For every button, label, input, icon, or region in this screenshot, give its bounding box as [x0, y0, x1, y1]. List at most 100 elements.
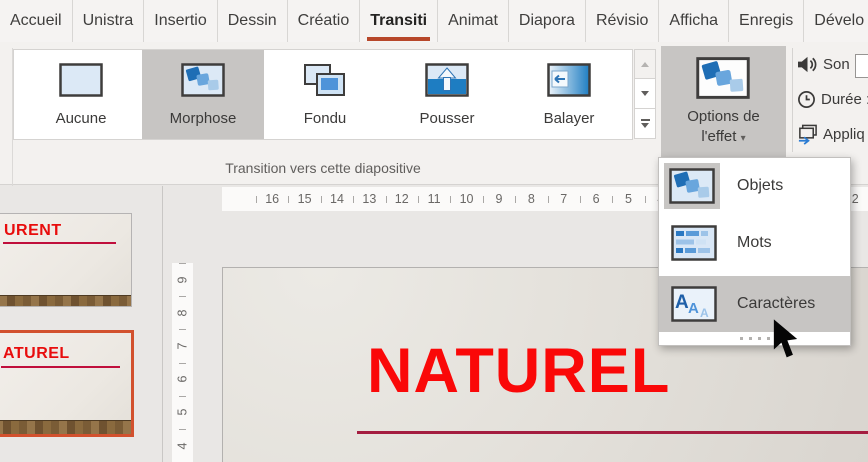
group-separator [792, 48, 793, 152]
ribbon-tab-animat[interactable]: Animat [438, 0, 509, 42]
morph-transition-icon [181, 63, 225, 97]
gallery-more-button[interactable] [634, 109, 656, 139]
h-ruler-number: 6 [580, 187, 612, 211]
transition-label: Balayer [508, 110, 630, 127]
duration-label: Durée : [821, 91, 868, 108]
ribbon-tab-label: Accueil [10, 12, 62, 30]
v-ruler-number: 8 [172, 296, 193, 329]
panel-splitter[interactable] [162, 186, 163, 462]
dropdown-item-mots[interactable]: Mots [659, 222, 850, 264]
sound-dropdown-field[interactable] [855, 54, 868, 78]
h-ruler-number: 10 [450, 187, 482, 211]
h-ruler-number: 14 [321, 187, 353, 211]
h-ruler-number: 8 [515, 187, 547, 211]
down-arrow-icon [641, 91, 649, 96]
speaker-icon [797, 55, 818, 74]
push-transition-icon [425, 63, 469, 97]
h-ruler-number: 7 [548, 187, 580, 211]
ribbon-tab-label: Dévelo [814, 12, 864, 30]
apply-to-all-label: Appliq [823, 126, 865, 143]
thumbnail-title-rule [3, 242, 116, 244]
ribbon-tab-dessin[interactable]: Dessin [218, 0, 288, 42]
morph-characters-icon: AAA [671, 286, 717, 322]
thumbnail-title-text: ATUREL [3, 345, 70, 363]
ribbon-tab-diapora[interactable]: Diapora [509, 0, 586, 42]
gallery-scroll-down-button[interactable] [634, 79, 656, 109]
active-tab-underline [367, 37, 430, 41]
transition-item-morphose[interactable]: Morphose [142, 50, 264, 139]
effect-options-button[interactable]: Options de l'effet ▾ [661, 46, 786, 157]
h-ruler-number: 13 [353, 187, 385, 211]
ribbon-group-label: Transition vers cette diapositive [13, 160, 633, 176]
dropdown-item-objets[interactable]: Objets [659, 162, 850, 210]
svg-text:A: A [688, 300, 699, 317]
slide-title[interactable]: NATUREL [367, 340, 670, 403]
slide-title-rule [357, 431, 868, 434]
ribbon-tab-label: Révisio [596, 12, 648, 30]
slide-thumbnail-1[interactable]: URENT [0, 213, 132, 307]
ribbon-tab-unistra[interactable]: Unistra [73, 0, 145, 42]
morph-effect-icon [696, 55, 750, 101]
transition-item-aucune[interactable]: Aucune [20, 50, 142, 139]
transition-label: Morphose [142, 110, 264, 127]
ribbon-tab-label: Transiti [370, 12, 427, 30]
slide-thumbnail-2-selected[interactable]: ATUREL [0, 330, 134, 437]
h-ruler-number: 15 [288, 187, 320, 211]
dropdown-arrow-icon: ▾ [741, 133, 746, 144]
down-arrow-icon [641, 123, 649, 128]
h-ruler-number: 5 [612, 187, 644, 211]
ribbon-tab-label: Dessin [228, 12, 277, 30]
ribbon-tab-révisio[interactable]: Révisio [586, 0, 659, 42]
thumbnail-title-text: URENT [4, 222, 62, 240]
ribbon-tab-insertio[interactable]: Insertio [144, 0, 217, 42]
effect-options-dropdown: Objets Mots AAA Caractères [658, 157, 851, 346]
v-ruler-number: 6 [172, 363, 193, 396]
ribbon-tab-enregis[interactable]: Enregis [729, 0, 804, 42]
ribbon-tab-créatio[interactable]: Créatio [288, 0, 361, 42]
ribbon-tab-dévelo[interactable]: Dévelo [804, 0, 868, 42]
transition-label: Pousser [386, 110, 508, 127]
transition-item-pousser[interactable]: Pousser [386, 50, 508, 139]
ribbon-tab-accueil[interactable]: Accueil [0, 0, 73, 42]
dropdown-item-label: Objets [737, 177, 783, 195]
h-ruler-number: 12 [386, 187, 418, 211]
dropdown-item-label: Caractères [737, 295, 815, 313]
h-ruler-number: 16 [256, 187, 288, 211]
transition-gallery: Aucune Morphose Fondu Pousser Balayer [13, 49, 633, 140]
v-ruler-number: 9 [172, 263, 193, 296]
transition-item-balayer[interactable]: Balayer [508, 50, 630, 139]
mouse-cursor [770, 318, 804, 364]
gallery-scroll-up-button[interactable] [634, 49, 656, 79]
apply-to-all-row[interactable]: Appliq [797, 124, 865, 145]
dropdown-item-caractères[interactable]: AAA Caractères [659, 276, 850, 332]
selected-icon-highlight [664, 163, 720, 209]
morph-words-icon [671, 225, 717, 261]
transition-label: Aucune [20, 110, 142, 127]
h-ruler-number: 11 [418, 187, 450, 211]
ribbon-tab-afficha[interactable]: Afficha [659, 0, 729, 42]
ribbon-tab-label: Insertio [154, 12, 206, 30]
v-ruler-number: 4 [172, 429, 193, 462]
thumbnail-wood-floor [0, 420, 131, 434]
sound-row: Son : [797, 55, 858, 74]
gallery-scroll-controls [634, 49, 656, 141]
thumbnail-title-rule [1, 366, 120, 368]
sound-label: Son : [823, 56, 858, 73]
svg-text:A: A [700, 306, 709, 320]
vertical-ruler: 987654 [172, 263, 193, 462]
duration-row: Durée : [797, 90, 868, 109]
ribbon-tab-label: Diapora [519, 12, 575, 30]
effect-options-label-line1: Options de [661, 108, 786, 125]
h-ruler-number: 9 [483, 187, 515, 211]
transition-label: Fondu [264, 110, 386, 127]
svg-text:A: A [675, 292, 689, 313]
transition-item-fondu[interactable]: Fondu [264, 50, 386, 139]
ribbon-tab-transiti[interactable]: Transiti [360, 0, 438, 42]
apply-to-all-icon [797, 124, 818, 145]
none-transition-icon [59, 63, 103, 97]
dropdown-item-label: Mots [737, 234, 772, 252]
v-ruler-number: 7 [172, 329, 193, 362]
powerpoint-window: Accueil Unistra Insertio Dessin Créatio … [0, 0, 868, 462]
dropdown-resize-dots [659, 337, 850, 340]
wipe-transition-icon [547, 63, 591, 97]
